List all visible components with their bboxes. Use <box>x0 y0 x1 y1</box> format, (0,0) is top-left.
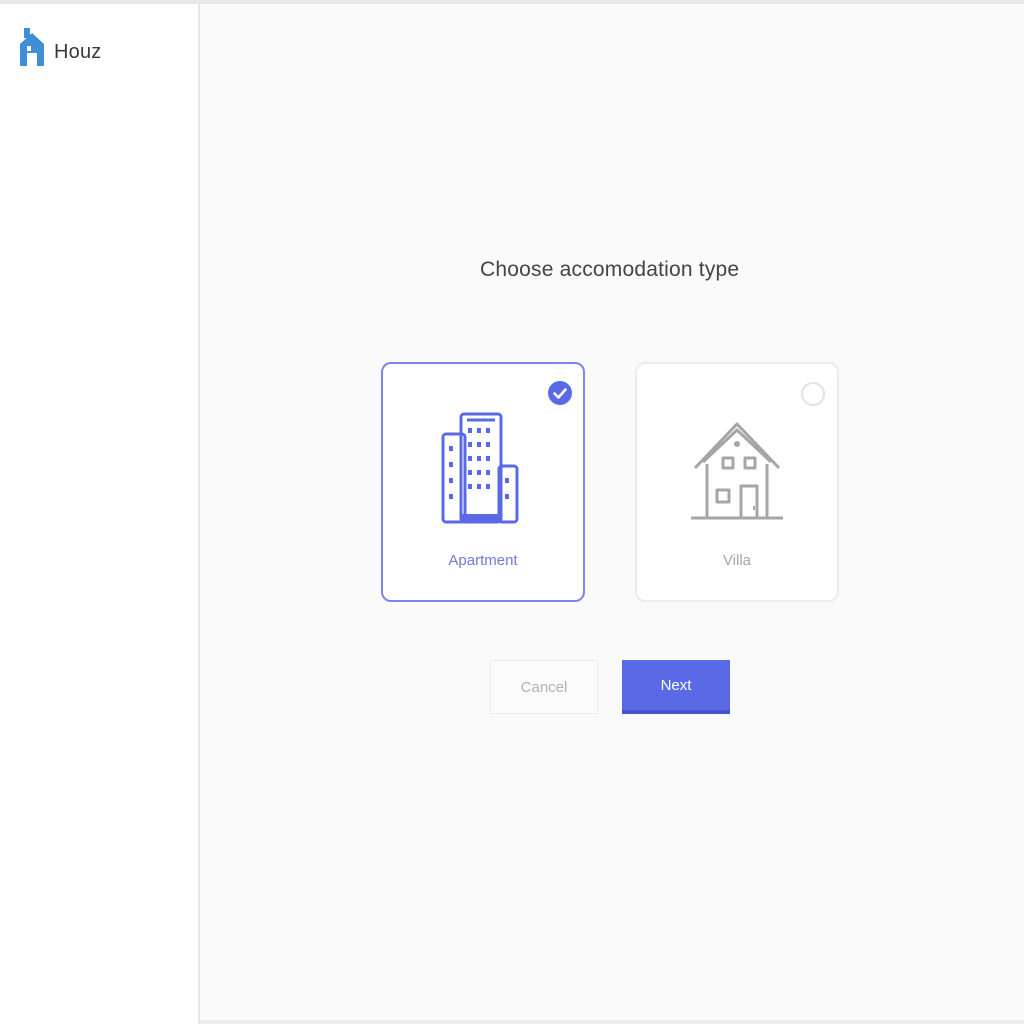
next-button[interactable]: Next <box>622 660 730 714</box>
check-circle-icon <box>548 381 572 405</box>
brand-name: Houz <box>54 40 102 63</box>
house-icon <box>691 422 783 520</box>
app-window: Houz Choose accomodation type Apartment … <box>0 0 1024 1024</box>
cancel-button[interactable]: Cancel <box>490 660 598 714</box>
option-label-apartment: Apartment <box>448 552 518 569</box>
main-content: Choose accomodation type Apartment Villa… <box>200 4 1024 1024</box>
option-label-villa: Villa <box>722 552 752 569</box>
option-card-villa[interactable]: Villa <box>635 362 839 602</box>
radio-unselected-icon <box>801 382 825 406</box>
apartment-building-icon <box>441 412 519 524</box>
sidebar: Houz <box>0 4 200 1024</box>
brand[interactable]: Houz <box>18 28 102 66</box>
option-card-apartment[interactable]: Apartment <box>381 362 585 602</box>
house-logo-icon <box>20 28 44 66</box>
page-title: Choose accomodation type <box>480 258 740 281</box>
